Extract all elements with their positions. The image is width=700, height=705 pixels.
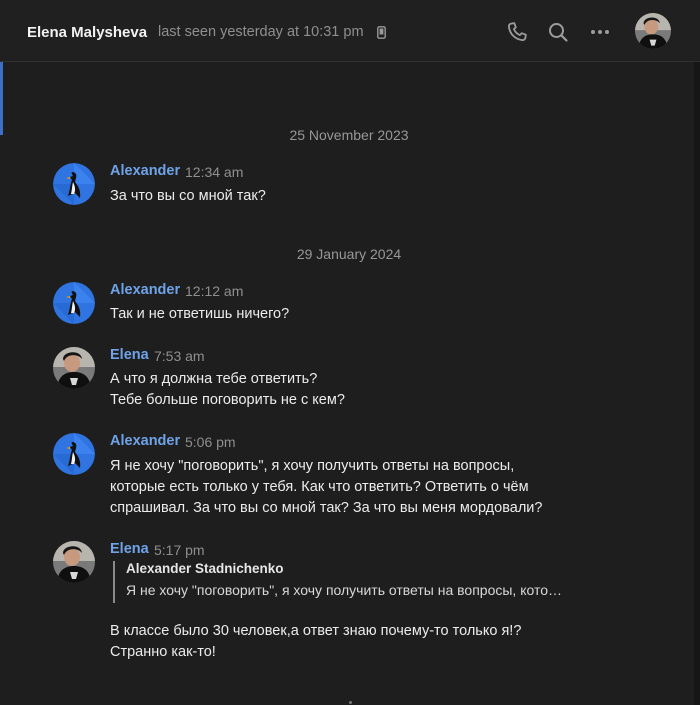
message-time: 7:53 am (154, 348, 205, 364)
chat-window: Elena Malysheva last seen yesterday at 1… (0, 0, 700, 705)
peer-status: last seen yesterday at 10:31 pm (158, 24, 364, 40)
peer-name[interactable]: Elena Malysheva (27, 24, 147, 41)
reply-text: Я не хочу "поговорить", я хочу получить … (126, 582, 563, 598)
date-separator: 29 January 2024 (296, 246, 402, 262)
avatar[interactable] (53, 347, 95, 389)
message-text: Я не хочу "поговорить", я хочу получить … (110, 458, 515, 474)
device-icon (377, 26, 386, 39)
avatar[interactable] (53, 282, 95, 324)
search-icon[interactable] (546, 20, 570, 44)
reply-author: Alexander Stadnichenko (126, 561, 284, 576)
message-author[interactable]: Alexander (110, 163, 180, 179)
message-author[interactable]: Alexander (110, 433, 180, 449)
date-separator: 25 November 2023 (289, 127, 409, 143)
message-time: 5:17 pm (154, 542, 205, 558)
message-author[interactable]: Elena (110, 347, 149, 363)
message-text: Так и не ответишь ничего? (110, 306, 290, 322)
reply-quote[interactable]: Alexander Stadnichenko Я не хочу "погово… (113, 561, 562, 603)
message-author[interactable]: Alexander (110, 282, 180, 298)
scrollbar-track[interactable] (694, 62, 700, 705)
avatar[interactable] (53, 163, 95, 205)
message-text: Странно как-то! (110, 644, 216, 660)
scroll-accent (0, 62, 3, 135)
chat-header: Elena Malysheva last seen yesterday at 1… (0, 0, 700, 62)
message-time: 5:06 pm (185, 434, 236, 450)
avatar[interactable] (53, 541, 95, 583)
more-icon[interactable] (588, 20, 612, 44)
message-time: 12:34 am (185, 164, 244, 180)
message-text: За что вы со мной так? (110, 188, 266, 204)
phone-icon[interactable] (505, 20, 529, 44)
message-time: 12:12 am (185, 283, 244, 299)
message-text: Тебе больше поговорить не с кем? (110, 392, 345, 408)
profile-avatar[interactable] (635, 13, 671, 49)
message-author[interactable]: Elena (110, 541, 149, 557)
message-text: А что я должна тебе ответить? (110, 371, 318, 387)
message-text: В классе было 30 человек,а ответ знаю по… (110, 623, 522, 639)
scroll-indicator-dot (349, 701, 352, 704)
avatar[interactable] (53, 433, 95, 475)
message-text: спрашивал. За что вы со мной так? За что… (110, 500, 543, 516)
message-text: которые есть только у тебя. Как что отве… (110, 479, 529, 495)
